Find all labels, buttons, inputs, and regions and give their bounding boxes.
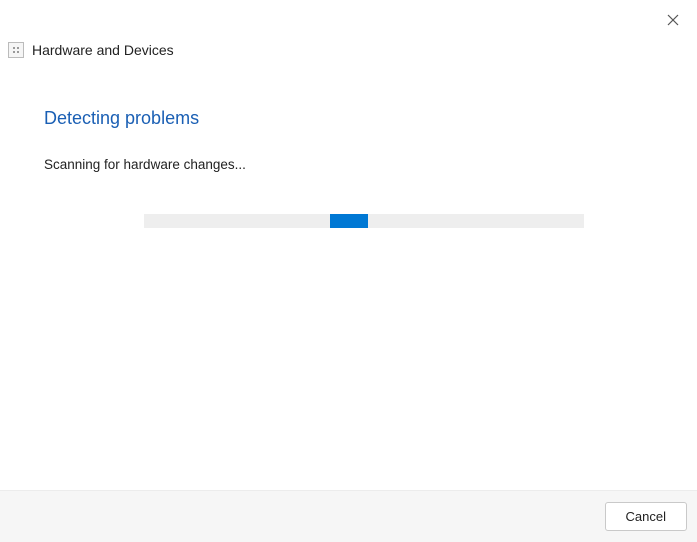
troubleshooter-icon (8, 42, 24, 58)
status-text: Scanning for hardware changes... (44, 157, 697, 172)
page-heading: Detecting problems (44, 108, 697, 129)
main-content: Detecting problems Scanning for hardware… (0, 58, 697, 228)
footer: Cancel (0, 490, 697, 542)
progress-bar (144, 214, 584, 228)
progress-indicator (330, 214, 368, 228)
header: Hardware and Devices (0, 0, 697, 58)
cancel-button[interactable]: Cancel (605, 502, 687, 531)
close-button[interactable] (661, 8, 685, 32)
window-title: Hardware and Devices (32, 42, 174, 58)
close-icon (667, 14, 679, 26)
